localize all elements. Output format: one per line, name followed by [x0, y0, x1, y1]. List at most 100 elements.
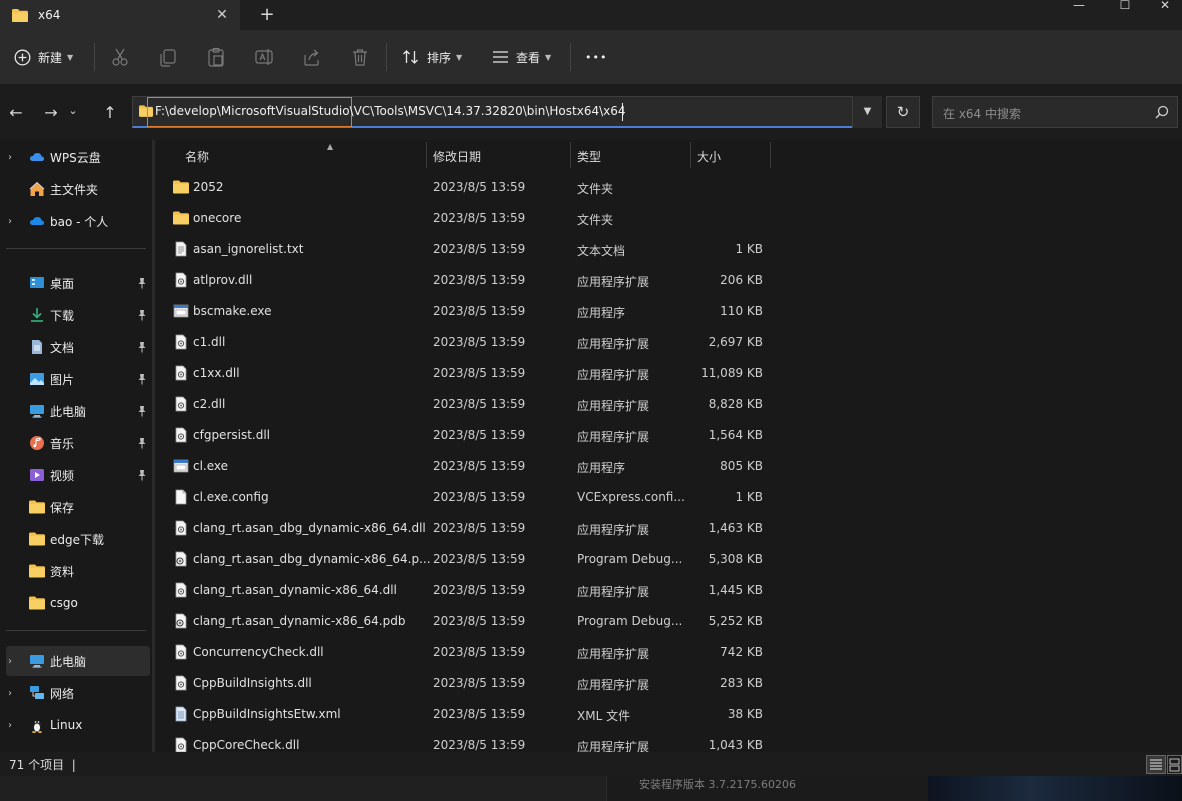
file-row[interactable]: c1.dll 2023/8/5 13:59 应用程序扩展 2,697 KB — [155, 327, 775, 358]
sidebar-item[interactable]: › Linux — [0, 710, 152, 740]
file-size: 1 KB — [735, 490, 763, 504]
file-row[interactable]: bscmake.exe 2023/8/5 13:59 应用程序 110 KB — [155, 296, 775, 327]
large-icons-view-button[interactable] — [1167, 755, 1182, 774]
address-bar[interactable]: F:\develop\MicrosoftVisualStudio\VC\Tool… — [132, 96, 882, 128]
chevron-right-icon[interactable]: › — [8, 720, 12, 731]
sort-button[interactable]: 排序 ▼ — [402, 44, 462, 70]
sidebar-item[interactable]: 图片 — [0, 364, 152, 394]
sidebar-item[interactable]: › bao - 个人 — [0, 206, 152, 236]
maximize-button[interactable]: ☐ — [1102, 0, 1148, 14]
navigation-pane: › WPS云盘 主文件夹 › bao - 个人 桌面 下载 文档 图片 此电脑音乐视频保存 edge… — [0, 140, 152, 752]
new-button[interactable]: 新建 ▼ — [14, 44, 73, 70]
sidebar-item[interactable]: 资料 — [0, 556, 152, 586]
details-view-button[interactable] — [1146, 755, 1166, 774]
desktop-icon — [29, 275, 45, 291]
search-box[interactable]: 在 x64 中搜索 — [932, 96, 1178, 128]
file-row[interactable]: clang_rt.asan_dynamic-x86_64.dll 2023/8/5… — [155, 575, 775, 606]
linux-icon — [29, 717, 45, 733]
sidebar-item[interactable]: 桌面 — [0, 268, 152, 298]
sidebar-item[interactable]: 下载 — [0, 300, 152, 330]
text-file-icon — [173, 241, 189, 257]
sidebar-item[interactable]: 音乐 — [0, 428, 152, 458]
rename-icon[interactable] — [253, 46, 275, 68]
sidebar-item[interactable]: › WPS云盘 — [0, 142, 152, 172]
file-size: 1,043 KB — [708, 738, 763, 752]
file-row[interactable]: ConcurrencyCheck.dll 2023/8/5 13:59 应用程序扩展… — [155, 637, 775, 668]
sidebar-item[interactable]: 此电脑 — [0, 396, 152, 426]
file-row[interactable]: clang_rt.asan_dbg_dynamic-x86_64.dll 2023… — [155, 513, 775, 544]
file-name: atlprov.dll — [193, 273, 253, 287]
file-row[interactable]: 2052 2023/8/5 13:59 文件夹 — [155, 172, 775, 203]
share-icon[interactable] — [301, 46, 323, 68]
column-header-size[interactable]: 大小 — [697, 144, 767, 170]
sidebar-item[interactable]: 主文件夹 — [0, 174, 152, 204]
column-divider[interactable] — [690, 142, 691, 168]
file-row[interactable]: clang_rt.asan_dynamic-x86_64.pdb 2023/8/5… — [155, 606, 775, 637]
sidebar-item[interactable]: csgo — [0, 588, 152, 618]
address-history-dropdown[interactable]: ▼ — [852, 96, 882, 128]
column-header-name[interactable]: 名称 ▲ — [185, 142, 425, 170]
file-row[interactable]: cl.exe 2023/8/5 13:59 应用程序 805 KB — [155, 451, 775, 482]
file-type: XML 文件 — [577, 709, 631, 723]
chevron-right-icon[interactable]: › — [8, 152, 12, 163]
column-header-type[interactable]: 类型 — [577, 144, 687, 170]
chevron-down-icon: ▼ — [67, 52, 74, 62]
file-size: 2,697 KB — [708, 335, 763, 349]
sidebar-item[interactable]: › 此电脑 — [6, 646, 150, 676]
file-type: 应用程序扩展 — [577, 678, 650, 692]
back-button[interactable]: ← — [5, 102, 27, 124]
refresh-button[interactable]: ↻ — [886, 96, 920, 128]
tab-x64[interactable]: x64 — [0, 0, 240, 30]
file-type: 文本文档 — [577, 244, 626, 258]
file-name: cl.exe.config — [193, 490, 269, 504]
more-options-button[interactable]: ••• — [585, 44, 607, 70]
cut-icon[interactable] — [109, 46, 131, 68]
search-input[interactable]: 在 x64 中搜索 — [943, 105, 1021, 122]
up-button[interactable]: ↑ — [99, 102, 121, 124]
tab-close-button[interactable]: ✕ — [212, 5, 232, 25]
sidebar-item-label: 视频 — [50, 468, 75, 483]
file-date: 2023/8/5 13:59 — [433, 552, 526, 566]
close-window-button[interactable]: ✕ — [1148, 0, 1182, 14]
file-row[interactable]: asan_ignorelist.txt 2023/8/5 13:59 文本文档 1 K… — [155, 234, 775, 265]
sidebar-item[interactable]: 文档 — [0, 332, 152, 362]
column-divider[interactable] — [770, 142, 771, 168]
file-size: 805 KB — [720, 459, 763, 473]
sidebar-item[interactable]: edge下载 — [0, 524, 152, 554]
file-name: clang_rt.asan_dynamic-x86_64.pdb — [193, 614, 406, 628]
file-row[interactable]: CppBuildInsights.dll 2023/8/5 13:59 应用程序扩展… — [155, 668, 775, 699]
sidebar-item-label: edge下载 — [50, 532, 105, 547]
sidebar-item[interactable]: 保存 — [0, 492, 152, 522]
column-header-date[interactable]: 修改日期 — [433, 144, 563, 170]
address-input[interactable]: F:\develop\MicrosoftVisualStudio\VC\Tool… — [155, 104, 626, 118]
file-row[interactable]: atlprov.dll 2023/8/5 13:59 应用程序扩展 206 KB — [155, 265, 775, 296]
sidebar-item[interactable]: › 网络 — [0, 678, 152, 708]
chevron-down-icon: ▼ — [545, 52, 552, 62]
column-divider[interactable] — [426, 142, 427, 168]
file-row[interactable]: CppBuildInsightsEtw.xml 2023/8/5 13:59 XML… — [155, 699, 775, 730]
recent-locations-button[interactable]: ⌄ — [62, 100, 84, 122]
file-date: 2023/8/5 13:59 — [433, 645, 526, 659]
sidebar-item[interactable]: 视频 — [0, 460, 152, 490]
chevron-right-icon[interactable]: › — [8, 216, 12, 227]
minimize-button[interactable]: — — [1056, 0, 1102, 14]
delete-icon[interactable] — [349, 46, 371, 68]
forward-button[interactable]: → — [40, 102, 62, 124]
sidebar-item-label: 音乐 — [50, 436, 75, 451]
new-tab-button[interactable]: + — [256, 4, 278, 26]
column-divider[interactable] — [570, 142, 571, 168]
file-row[interactable]: onecore 2023/8/5 13:59 文件夹 — [155, 203, 775, 234]
file-row[interactable]: cfgpersist.dll 2023/8/5 13:59 应用程序扩展 1,564 … — [155, 420, 775, 451]
file-row[interactable]: c2.dll 2023/8/5 13:59 应用程序扩展 8,828 KB — [155, 389, 775, 420]
file-name: CppBuildInsights.dll — [193, 676, 312, 690]
paste-icon[interactable] — [205, 46, 227, 68]
chevron-right-icon[interactable]: › — [8, 688, 12, 699]
file-row[interactable]: cl.exe.config 2023/8/5 13:59 VCExpress.con… — [155, 482, 775, 513]
copy-icon[interactable] — [157, 46, 179, 68]
installer-window-strip: 安装程序版本 3.7.2175.60206 — [606, 776, 928, 801]
file-row[interactable]: clang_rt.asan_dbg_dynamic-x86_64.p... 202… — [155, 544, 775, 575]
chevron-right-icon[interactable]: › — [8, 656, 12, 667]
file-row[interactable]: c1xx.dll 2023/8/5 13:59 应用程序扩展 11,089 KB — [155, 358, 775, 389]
view-button[interactable]: 查看 ▼ — [492, 44, 551, 70]
dll-file-icon — [173, 396, 189, 412]
